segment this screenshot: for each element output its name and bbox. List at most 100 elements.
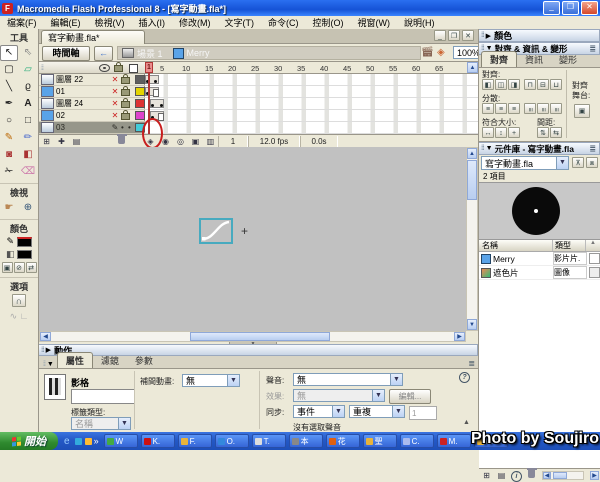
stroke-color-swatch[interactable] xyxy=(17,237,32,247)
tween-select[interactable]: 無▼ xyxy=(182,374,240,387)
space-vertical-button[interactable]: ⇅ xyxy=(537,127,549,138)
pencil-tool-icon[interactable]: ✎ xyxy=(0,130,18,146)
layer-hidden-x[interactable]: ✕ xyxy=(109,87,121,96)
align-bottom-button[interactable]: ⊔ xyxy=(550,79,562,90)
taskbar-button[interactable]: 花 xyxy=(326,434,360,448)
add-motion-guide-button[interactable]: ✚ xyxy=(54,135,69,148)
scroll-left-arrow[interactable]: ◀ xyxy=(543,472,551,479)
breadcrumb-symbol[interactable]: Merry xyxy=(187,48,210,58)
timeline-ruler[interactable]: 1 5 10 15 20 25 30 35 40 45 50 55 60 65 … xyxy=(145,62,478,74)
scrollbar-piece[interactable] xyxy=(589,253,600,264)
help-icon[interactable]: ? xyxy=(459,372,470,383)
panel-menu-icon[interactable]: ≣ xyxy=(589,44,599,53)
new-folder-button[interactable]: ▤ xyxy=(494,469,509,482)
scroll-thumb[interactable] xyxy=(467,160,477,200)
ink-bottle-tool-icon[interactable]: ◙ xyxy=(0,147,18,163)
keyframe-dot[interactable] xyxy=(160,104,163,107)
lock-column-icon[interactable] xyxy=(114,62,123,74)
sync-select[interactable]: 事件▼ xyxy=(293,405,345,418)
smooth-option-icon[interactable]: ∿ xyxy=(10,311,18,321)
taskbar-button[interactable]: 聖 xyxy=(363,434,397,448)
name-column-header[interactable]: 名稱 xyxy=(479,240,553,251)
playhead-marker[interactable]: 1 xyxy=(145,62,153,73)
doc-restore-button[interactable]: ❐ xyxy=(448,30,460,41)
menu-text[interactable]: 文字(T) xyxy=(218,16,262,29)
collapse-arrow-icon[interactable]: ▼ xyxy=(486,145,493,152)
onion-outline-button[interactable]: ◎ xyxy=(173,135,188,148)
start-button[interactable]: 開始 xyxy=(0,432,58,450)
brush-tool-icon[interactable]: ✏ xyxy=(19,130,37,146)
label-type-select[interactable]: 名稱▼ xyxy=(71,417,131,430)
layer-hidden-x[interactable]: ✕ xyxy=(109,75,121,84)
library-document-select[interactable]: 寫字動畫.fla▼ xyxy=(481,156,569,170)
gradient-transform-tool-icon[interactable]: ▱ xyxy=(19,62,37,78)
stage-v-scrollbar[interactable]: ▲ ▼ xyxy=(466,147,478,331)
layer-lock-icon[interactable] xyxy=(121,86,135,98)
taskbar-button[interactable]: K. xyxy=(141,434,175,448)
menu-modify[interactable]: 修改(M) xyxy=(172,16,218,29)
layer-lock-icon[interactable] xyxy=(121,98,135,110)
loop-count-input[interactable] xyxy=(409,406,437,420)
doc-close-button[interactable]: ✕ xyxy=(462,30,474,41)
minimize-button[interactable]: _ xyxy=(543,1,560,15)
tab-info[interactable]: 資訊 xyxy=(517,52,551,67)
modify-onion-markers-button[interactable]: ▥ xyxy=(203,135,218,148)
menu-insert[interactable]: 插入(I) xyxy=(132,16,173,29)
show-hide-column-icon[interactable] xyxy=(99,64,110,74)
pen-tool-icon[interactable]: ✒ xyxy=(0,96,18,112)
taskbar-button[interactable]: O. xyxy=(215,434,249,448)
insert-folder-button[interactable]: ▤ xyxy=(69,135,84,148)
distribute-bottom-button[interactable]: ≡ xyxy=(508,103,520,114)
layer-row[interactable]: 02 ✕ xyxy=(39,110,145,122)
layer-row-selected[interactable]: 03 ✎ • • xyxy=(39,122,145,134)
paint-bucket-tool-icon[interactable]: ◧ xyxy=(19,147,37,163)
collapse-arrow-icon[interactable]: ▼ xyxy=(47,361,54,368)
distribute-vcenter-button[interactable]: ≡ xyxy=(495,103,507,114)
rectangle-tool-icon[interactable]: □ xyxy=(19,113,37,129)
tab-properties[interactable]: 屬性 xyxy=(57,352,93,368)
edit-scene-button[interactable]: 🎬︎ xyxy=(421,47,434,58)
sound-select[interactable]: 無▼ xyxy=(293,373,403,386)
taskbar-button[interactable]: C. xyxy=(400,434,434,448)
frame-grid[interactable] xyxy=(145,74,478,134)
swap-colors-button[interactable]: ⇄ xyxy=(26,262,37,273)
match-width-button[interactable]: ↔ xyxy=(482,127,494,138)
scroll-down-arrow[interactable]: ▼ xyxy=(467,319,477,330)
sort-order-icon[interactable]: ▲ xyxy=(586,240,600,251)
layer-hidden-x[interactable]: ✕ xyxy=(109,111,121,120)
item-properties-button[interactable]: i xyxy=(509,469,524,482)
quicklaunch-overflow-chevron[interactable]: » xyxy=(94,436,99,446)
restore-button[interactable]: ❐ xyxy=(562,1,579,15)
distribute-left-button[interactable]: ≡ xyxy=(524,103,536,114)
taskbar-button[interactable]: 本 xyxy=(289,434,323,448)
menu-view[interactable]: 檢視(V) xyxy=(88,16,132,29)
dot-icon[interactable]: • xyxy=(121,123,128,132)
delete-layer-button[interactable] xyxy=(114,136,129,146)
panel-menu-icon[interactable]: ≣ xyxy=(468,359,478,368)
quicklaunch-icon[interactable] xyxy=(75,438,82,445)
layer-outline-chip[interactable] xyxy=(135,87,145,96)
match-both-button[interactable]: + xyxy=(508,127,520,138)
edit-symbol-button[interactable]: ◈ xyxy=(437,47,445,58)
menu-file[interactable]: 檔案(F) xyxy=(0,16,44,29)
taskbar-button[interactable]: T. xyxy=(252,434,286,448)
doc-minimize-button[interactable]: _ xyxy=(434,30,446,41)
scroll-up-arrow[interactable]: ▲ xyxy=(467,148,477,159)
tab-filters[interactable]: 濾鏡 xyxy=(93,353,127,368)
loop-select[interactable]: 重複▼ xyxy=(349,405,405,418)
insert-layer-button[interactable]: ⊞ xyxy=(39,135,54,148)
align-top-button[interactable]: ⊓ xyxy=(524,79,536,90)
frame-label-input[interactable] xyxy=(71,389,135,404)
eyedropper-tool-icon[interactable]: ✁ xyxy=(0,164,18,180)
back-arrow-button[interactable]: ← xyxy=(94,46,113,61)
scroll-left-arrow[interactable]: ◀ xyxy=(40,332,51,341)
selection-tool-icon[interactable]: ↖ xyxy=(0,45,18,61)
new-symbol-button[interactable]: ⊞ xyxy=(479,469,494,482)
oval-tool-icon[interactable]: ○ xyxy=(0,113,18,129)
align-left-button[interactable]: ◧ xyxy=(482,79,494,90)
no-color-button[interactable]: ⊘ xyxy=(14,262,25,273)
space-horizontal-button[interactable]: ⇆ xyxy=(550,127,562,138)
menu-commands[interactable]: 命令(C) xyxy=(261,16,306,29)
fill-color-swatch[interactable] xyxy=(17,250,32,259)
library-item-row[interactable]: 遮色片 圖像 xyxy=(479,266,600,280)
